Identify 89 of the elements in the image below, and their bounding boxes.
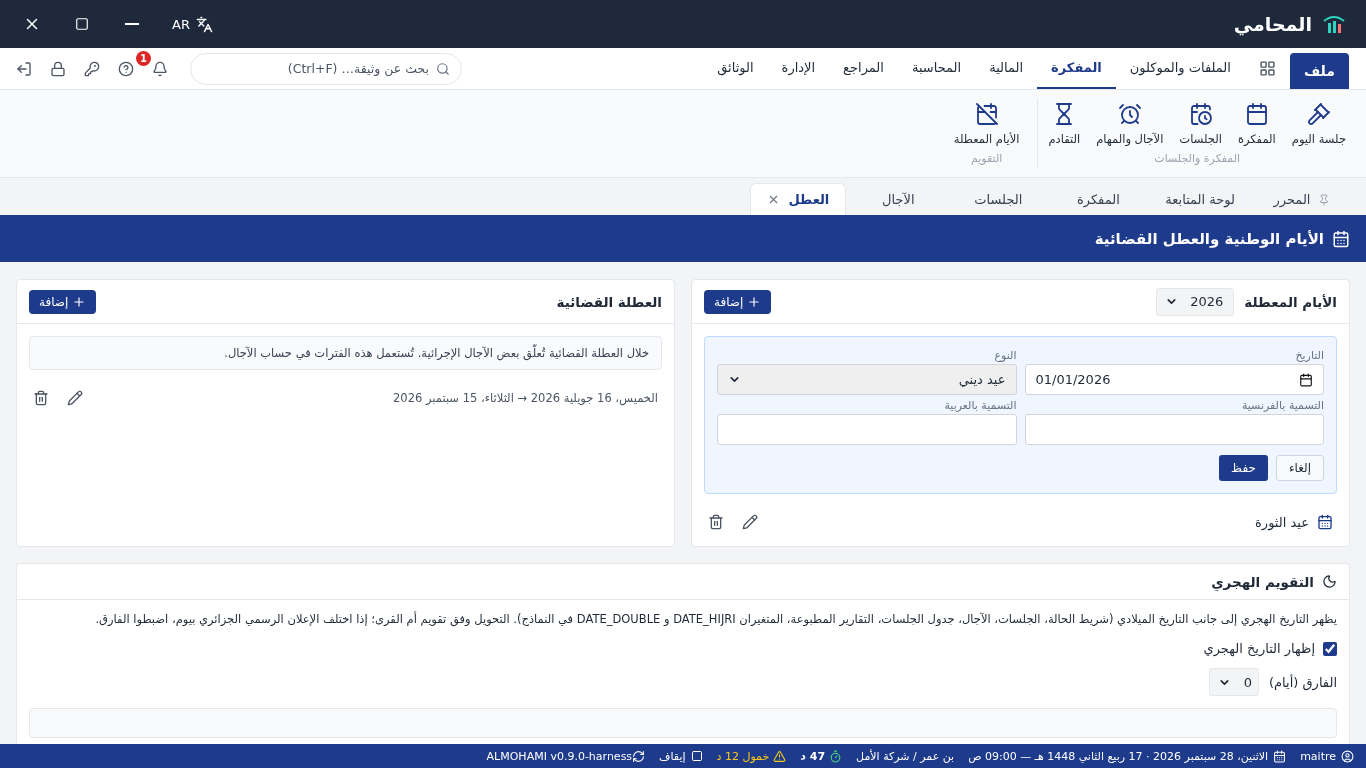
checkbox-label: إظهار التاريخ الهجري <box>1203 641 1315 656</box>
offset-label: الفارق (أيام) <box>1269 674 1337 690</box>
input-field[interactable] <box>1024 414 1324 445</box>
calendar-clock-icon <box>1188 102 1213 126</box>
info-note: خلال العطلة القضائية تُعلّق بعض الآجال الإجرائية. تُستعمل هذه الفترات في حساب الآجال. <box>29 336 662 370</box>
plus-icon <box>747 294 762 309</box>
type-select[interactable]: عيد ديني <box>717 364 1017 395</box>
card-title: العطلة القضائية <box>556 293 662 310</box>
moon-icon <box>1322 574 1337 589</box>
version-label: ALMOHAMI v0.9.0-harness <box>486 749 633 763</box>
checkbox[interactable] <box>1323 641 1337 656</box>
logout-icon[interactable] <box>16 60 32 77</box>
translate-icon[interactable] <box>195 15 213 33</box>
search-field[interactable]: بحث عن وثيقة… (Ctrl+F) <box>190 52 462 85</box>
pin-icon <box>1318 193 1331 206</box>
language-label[interactable]: AR <box>172 16 190 32</box>
offset-select[interactable]: 0 <box>1209 668 1259 696</box>
document-tab[interactable]: المحرر <box>1254 183 1350 215</box>
document-tab[interactable]: المفكرة <box>1050 183 1147 215</box>
office-name: بن عمر / شركة الأمل <box>856 749 955 763</box>
ribbon-button[interactable]: جلسة اليوم <box>1285 98 1352 150</box>
cancel-button[interactable]: إلغاء <box>1275 455 1324 481</box>
menu-tab[interactable]: الوثائق <box>703 48 768 89</box>
calendar-icon <box>1317 514 1333 530</box>
bell-icon[interactable] <box>152 60 168 77</box>
calendar-icon <box>1332 229 1350 248</box>
gavel-icon <box>1306 102 1331 126</box>
ribbon-button[interactable]: المفكرة <box>1231 98 1282 150</box>
recess-period: الخميس، 16 جويلية 2026 → الثلاثاء، 15 سبتمبر 2026 <box>393 391 658 405</box>
menu-tab[interactable]: الإدارة <box>767 48 830 89</box>
idle-time: خمول 12 د <box>716 749 770 763</box>
field-label: التسمية بالعربية <box>943 399 1017 412</box>
ribbon-button[interactable]: التقادم <box>1042 98 1087 150</box>
logo-icon <box>1322 13 1346 35</box>
ribbon-button[interactable]: الجلسات <box>1173 98 1228 150</box>
minimize-icon <box>125 23 139 25</box>
ribbon-group-label: التقويم <box>970 152 1003 165</box>
card-title: التقويم الهجري <box>1211 573 1314 590</box>
document-tab[interactable]: لوحة المتابعة <box>1150 183 1250 215</box>
document-tab[interactable]: العطل <box>750 183 847 215</box>
add-button[interactable]: إضافة <box>29 289 97 314</box>
card-title: الأيام المعطلة <box>1244 293 1337 310</box>
key-icon[interactable] <box>84 60 100 77</box>
maximize-icon <box>75 17 89 31</box>
app-name: المحامي <box>1233 13 1312 35</box>
notification-badge: 1 <box>136 50 151 66</box>
menu-tab[interactable]: المحاسبة <box>897 48 976 89</box>
input-field[interactable] <box>717 414 1017 445</box>
field-label: التاريخ <box>1294 349 1324 362</box>
add-button[interactable]: إضافة <box>704 289 772 314</box>
field-label: التسمية بالفرنسية <box>1240 399 1324 412</box>
description: يظهر التاريخ الهجري إلى جانب التاريخ الميلادي (شريط الحالة، الجلسات، الآجال، جدول الجلسات، التقارير المطبوعة، المتغيران DATE_HIJRI و DATE_DOUBLE في النماذج). التحويل وفق تقويم أم القرى؛ إذا اختلف الإعلان الرسمي الجزائري بيوم، اضبطوا الفارق. <box>94 610 1337 629</box>
delete-icon[interactable] <box>33 390 49 406</box>
timer-icon <box>829 749 843 763</box>
calendar-icon <box>1273 749 1287 763</box>
menu-tab[interactable]: المالية <box>975 48 1038 89</box>
file-menu-button[interactable]: ملف <box>1289 53 1349 89</box>
help-icon[interactable] <box>118 60 134 77</box>
plus-icon <box>72 294 87 309</box>
alarm-clock-icon <box>1117 102 1142 126</box>
timer-value: 47 د <box>800 749 826 763</box>
calendar-icon <box>1244 102 1269 126</box>
stop-icon <box>690 750 703 762</box>
field-label: النوع <box>993 349 1017 362</box>
warning-icon <box>773 749 787 763</box>
calendar-off-icon <box>974 102 999 126</box>
search-icon <box>436 61 450 76</box>
user-icon <box>1341 749 1354 763</box>
holiday-name: عيد الثورة <box>1255 514 1309 530</box>
save-button[interactable]: حفظ <box>1219 455 1268 481</box>
menu-tab[interactable]: الملفات والموكلون <box>1115 48 1245 89</box>
edit-icon[interactable] <box>742 514 758 530</box>
delete-icon[interactable] <box>708 514 724 530</box>
edit-icon[interactable] <box>67 390 83 406</box>
document-tab[interactable]: الجلسات <box>950 183 1047 215</box>
page-title: الأيام الوطنية والعطل القضائية <box>1094 229 1324 248</box>
lock-icon[interactable] <box>50 60 66 77</box>
date-field[interactable]: 01/01/2026 <box>1024 364 1324 395</box>
ribbon-button[interactable]: الأيام المعطلة <box>947 98 1026 150</box>
menu-tab[interactable]: المراجع <box>829 48 898 89</box>
ribbon-button[interactable]: الآجال والمهام <box>1090 98 1170 150</box>
year-select[interactable]: 2026 <box>1156 287 1235 316</box>
pause-button[interactable]: إيقاف <box>659 749 703 763</box>
date-time: الاثنين، 28 سبتمبر 2026 · 17 ربيع الثاني 1448 هـ — 09:00 ص <box>968 749 1269 763</box>
user-name: maitre <box>1300 749 1336 763</box>
refresh-icon[interactable] <box>632 749 646 763</box>
calendar-icon[interactable] <box>1299 372 1313 387</box>
document-tab[interactable]: الآجال <box>850 183 947 215</box>
ribbon-group-label: المفكرة والجلسات <box>1154 152 1241 165</box>
